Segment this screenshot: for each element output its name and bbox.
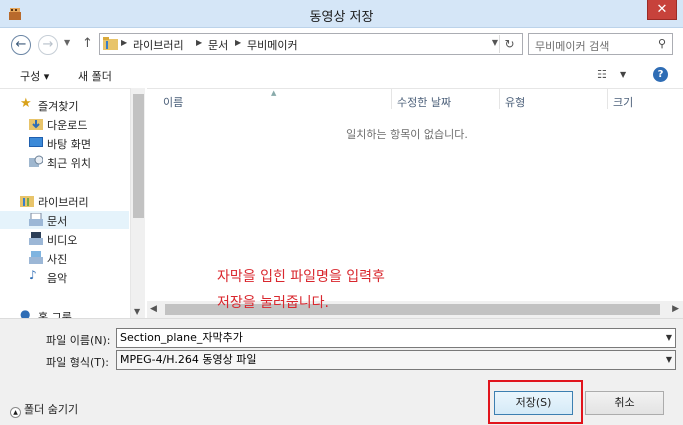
music-icon: ♪ — [29, 268, 37, 282]
sidebar-item-downloads[interactable]: 다운로드 — [29, 115, 129, 133]
filename-label: 파일 이름(N): — [46, 334, 111, 347]
filetype-dropdown-icon[interactable]: ▼ — [666, 351, 672, 369]
column-divider[interactable] — [499, 89, 500, 109]
column-header-name[interactable]: 이름 — [163, 94, 183, 110]
sidebar-item-libraries[interactable]: 라이브러리 — [20, 192, 128, 210]
hide-folders-toggle[interactable]: ▲ 폴더 숨기기 — [10, 401, 78, 418]
sidebar-item-label: 사진 — [47, 253, 68, 266]
command-toolbar: 구성 ▾ 새 폴더 ☷ ▼ ? — [0, 62, 683, 88]
sidebar-item-label: 다운로드 — [47, 119, 88, 132]
filename-field[interactable]: Section_plane_자막추가 ▼ — [116, 328, 676, 348]
sidebar-item-documents[interactable]: 문서 — [0, 211, 129, 229]
scroll-left-icon[interactable]: ◀ — [150, 304, 157, 314]
desktop-icon — [29, 137, 43, 147]
breadcrumb-separator-icon: ▶ — [121, 38, 128, 47]
hide-folders-label: 폴더 숨기기 — [24, 403, 79, 416]
address-row: ← → ▼ ↑ ▶ 라이브러리 ▶ 문서 ▶ 무비메이커 ▼ ↻ 무비메이커 검… — [0, 28, 683, 62]
sidebar-item-pictures[interactable]: 사진 — [29, 249, 129, 267]
filetype-value: MPEG-4/H.264 동영상 파일 — [120, 353, 257, 366]
documents-icon — [29, 213, 43, 226]
address-bar[interactable]: ▶ 라이브러리 ▶ 문서 ▶ 무비메이커 ▼ ↻ — [99, 33, 523, 55]
sidebar-item-desktop[interactable]: 바탕 화면 — [29, 134, 129, 152]
library-folder-icon — [103, 37, 118, 50]
sidebar-item-label: 최근 위치 — [47, 157, 91, 170]
search-placeholder: 무비메이커 검색 — [535, 40, 610, 53]
star-icon: ★ — [20, 96, 32, 111]
close-button[interactable]: ✕ — [647, 0, 677, 20]
scroll-down-icon[interactable]: ▼ — [134, 307, 140, 316]
window-title: 동영상 저장 — [309, 10, 374, 25]
view-options-icon[interactable]: ☷ — [597, 68, 607, 81]
address-dropdown-icon[interactable]: ▼ — [492, 38, 498, 47]
breadcrumb-moviemaker[interactable]: 무비메이커 — [247, 37, 298, 53]
new-folder-button[interactable]: 새 폴더 — [78, 68, 112, 84]
sidebar-item-favorites[interactable]: ★ 즐겨찾기 — [20, 96, 128, 114]
recent-places-icon — [29, 155, 43, 167]
downloads-folder-icon — [29, 119, 43, 130]
search-icon[interactable]: ⚲ — [658, 37, 666, 50]
libraries-icon — [20, 196, 34, 207]
sidebar-item-label: 문서 — [47, 215, 68, 228]
sidebar-item-music[interactable]: ♪ 음악 — [29, 268, 129, 286]
breadcrumb-separator-icon: ▶ — [235, 38, 242, 47]
search-input[interactable]: 무비메이커 검색 ⚲ — [528, 33, 673, 55]
cancel-button[interactable]: 취소 — [585, 391, 664, 415]
column-header-type[interactable]: 유형 — [505, 94, 525, 110]
chevron-up-icon: ▲ — [10, 407, 21, 418]
breadcrumb-libraries[interactable]: 라이브러리 — [133, 37, 184, 53]
pictures-icon — [29, 251, 43, 264]
title-bar: 동영상 저장 ✕ — [0, 0, 683, 28]
back-button[interactable]: ← — [11, 35, 31, 55]
column-divider[interactable] — [391, 89, 392, 109]
filename-dropdown-icon[interactable]: ▼ — [666, 329, 672, 347]
column-header-date-modified[interactable]: 수정한 날짜 — [397, 94, 451, 110]
filetype-select[interactable]: MPEG-4/H.264 동영상 파일 ▼ — [116, 350, 676, 370]
sidebar-item-label: 비디오 — [47, 234, 78, 247]
filetype-label: 파일 형식(T): — [46, 356, 109, 369]
view-dropdown-icon[interactable]: ▼ — [620, 70, 626, 79]
refresh-icon[interactable]: ↻ — [499, 35, 519, 53]
videos-icon — [29, 232, 43, 245]
sidebar-item-label: 라이브러리 — [38, 196, 89, 209]
recent-locations-chevron-icon[interactable]: ▼ — [64, 38, 70, 47]
sidebar-item-recent-places[interactable]: 최근 위치 — [29, 153, 129, 171]
save-button-highlight — [488, 380, 583, 424]
sidebar-item-label: 즐겨찾기 — [38, 100, 79, 113]
breadcrumb-documents[interactable]: 문서 — [208, 37, 228, 53]
sidebar-item-label: 바탕 화면 — [47, 138, 91, 151]
annotation-line-1: 자막을 입힌 파일명을 입력후 — [217, 269, 385, 285]
scroll-right-icon[interactable]: ▶ — [672, 304, 679, 314]
filename-value: Section_plane_자막추가 — [120, 331, 243, 344]
organize-button[interactable]: 구성 ▾ — [20, 68, 49, 84]
sidebar-item-label: 음악 — [47, 272, 68, 285]
sidebar-item-videos[interactable]: 비디오 — [29, 230, 129, 248]
up-button[interactable]: ↑ — [82, 36, 93, 51]
help-icon[interactable]: ? — [653, 67, 668, 82]
sort-ascending-icon: ▲ — [271, 89, 277, 97]
scrollbar-thumb[interactable] — [133, 94, 144, 218]
navigation-pane: ★ 즐겨찾기 다운로드 바탕 화면 최근 위치 라이브러리 문서 비디오 사진 … — [0, 88, 145, 319]
forward-button[interactable]: → — [38, 35, 58, 55]
column-divider[interactable] — [607, 89, 608, 109]
navigation-scrollbar[interactable]: ▼ — [130, 88, 145, 318]
breadcrumb-separator-icon: ▶ — [196, 38, 203, 47]
column-header-size[interactable]: 크기 — [613, 94, 633, 110]
empty-list-message: 일치하는 항목이 없습니다. — [346, 128, 468, 141]
annotation-line-2: 저장을 눌러줍니다. — [217, 295, 329, 311]
